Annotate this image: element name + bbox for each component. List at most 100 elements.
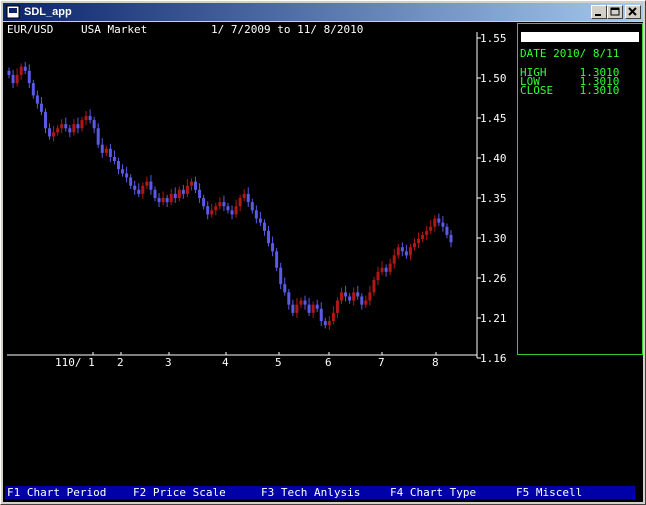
candle-body	[31, 83, 35, 96]
candle-body	[112, 156, 116, 162]
candle-body	[408, 247, 412, 256]
candle-body	[43, 111, 47, 129]
x-tick-label: 3	[165, 356, 172, 369]
close-button[interactable]	[625, 5, 641, 19]
y-tick-label: 1.21	[480, 312, 507, 325]
minimize-button[interactable]	[591, 5, 607, 19]
candle-body	[246, 193, 250, 203]
candle-body	[230, 210, 234, 215]
candle-body	[161, 198, 165, 203]
candle-body	[52, 132, 56, 137]
f3-tech-analysis[interactable]: F3 Tech Anlysis	[261, 486, 360, 499]
candle-body	[396, 247, 400, 256]
candle-body	[72, 124, 76, 133]
candle-body	[287, 292, 291, 305]
y-tick-label: 1.26	[480, 272, 507, 285]
candle-body	[92, 120, 96, 129]
candle-body	[169, 193, 173, 203]
candle-body	[165, 198, 169, 203]
f1-chart-period[interactable]: F1 Chart Period	[7, 486, 106, 499]
candle-body	[64, 124, 68, 129]
info-date: DATE 2010/ 8/11	[520, 47, 620, 60]
x-tick-label: 5	[275, 356, 282, 369]
candle-body	[234, 206, 238, 215]
f2-price-scale[interactable]: F2 Price Scale	[133, 486, 226, 499]
app-window: SDL_app EUR/USD USA Market 1/ 7/2009 to …	[0, 0, 646, 505]
candle-body	[222, 202, 226, 207]
candle-body	[189, 181, 193, 186]
candle-body	[441, 222, 445, 227]
x-tick-label: 6	[325, 356, 332, 369]
candle-body	[7, 70, 11, 75]
candle-body	[104, 148, 108, 153]
app-icon	[6, 5, 20, 19]
candle-body	[291, 304, 295, 313]
minimize-icon	[595, 14, 601, 16]
function-key-bar: F1 Chart Period F2 Price Scale F3 Tech A…	[5, 486, 635, 499]
candle-body	[315, 304, 319, 309]
candle-body	[323, 321, 327, 326]
candle-body	[76, 124, 80, 129]
y-tick-label: 1.30	[480, 232, 507, 245]
candle-body	[60, 124, 64, 129]
candle-body	[149, 181, 153, 190]
candle-body	[283, 284, 287, 293]
candle-body	[348, 296, 352, 301]
f5-miscell[interactable]: F5 Miscell	[516, 486, 582, 499]
candle-body	[214, 206, 218, 211]
candle-body	[275, 251, 279, 268]
candle-body	[445, 226, 449, 235]
candle-body	[295, 304, 299, 313]
candle-body	[271, 243, 275, 252]
candle-body	[116, 161, 120, 170]
candle-body	[400, 247, 404, 252]
candle-body	[173, 193, 177, 198]
candle-body	[392, 255, 396, 264]
candle-body	[299, 300, 303, 305]
candle-body	[133, 185, 137, 190]
candle-body	[258, 218, 262, 223]
candle-body	[421, 234, 425, 240]
candle-body	[198, 189, 202, 198]
candle-body	[364, 300, 368, 305]
price-chart[interactable]: 1.55 1.50 1.45 1.40 1.35 1.30 1.26 1.21 1.16 110/…	[3, 22, 517, 372]
candle-body	[254, 210, 258, 219]
candle-body	[307, 304, 311, 313]
candle-body	[185, 185, 189, 194]
y-tick-label: 1.45	[480, 112, 507, 125]
candle-body	[360, 296, 364, 305]
candle-body	[177, 189, 181, 198]
x-tick-label: 110/ 1	[55, 356, 95, 369]
y-tick-label: 1.50	[480, 72, 507, 85]
candle-body	[121, 169, 125, 174]
f4-chart-type[interactable]: F4 Chart Type	[390, 486, 476, 499]
candle-body	[372, 280, 376, 293]
candle-body	[238, 198, 242, 207]
chart-area[interactable]: EUR/USD USA Market 1/ 7/2009 to 11/ 8/20…	[3, 22, 643, 502]
candle-body	[242, 193, 246, 198]
candle-body	[279, 267, 283, 285]
candle-body	[429, 226, 433, 231]
title-bar[interactable]: SDL_app	[3, 3, 643, 21]
window-title: SDL_app	[24, 6, 72, 18]
candle-body	[250, 202, 254, 211]
maximize-button[interactable]	[607, 5, 623, 19]
candle-body	[449, 234, 453, 243]
candle-body	[145, 181, 149, 186]
candle-body	[303, 300, 307, 305]
candle-body	[218, 202, 222, 207]
candle-body	[384, 267, 388, 272]
x-tick-label: 4	[222, 356, 229, 369]
candle-body	[202, 198, 206, 207]
candle-body	[108, 148, 112, 157]
candle-body	[340, 292, 344, 301]
candle-body	[23, 66, 27, 71]
candle-body	[267, 230, 271, 244]
candle-body	[157, 198, 161, 203]
candle-body	[84, 115, 88, 121]
candle-body	[48, 128, 52, 137]
info-panel-bar	[521, 32, 639, 42]
candle-body	[153, 189, 157, 198]
info-panel: DATE 2010/ 8/11 HIGH 1.3010 LOW 1.3010 C…	[517, 23, 643, 355]
candle-body	[181, 189, 185, 194]
